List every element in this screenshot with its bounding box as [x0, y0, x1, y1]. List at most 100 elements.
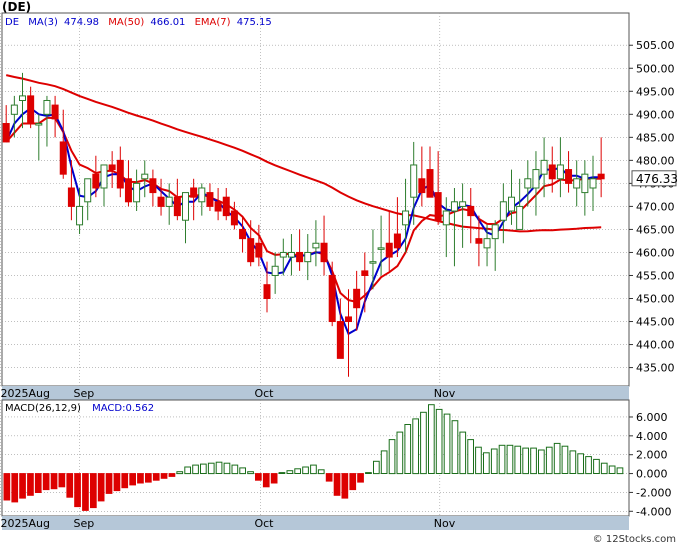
candle-body: [67, 187, 75, 207]
candle-body: [540, 159, 548, 175]
candle-body: [279, 251, 287, 258]
legend-ma3-value: 474.98: [64, 17, 99, 28]
macd-bar-positive: [239, 467, 247, 475]
macd-bar-positive: [286, 470, 294, 475]
price-tick-label: 480.00: [636, 154, 675, 167]
macd-bar-negative: [3, 473, 11, 501]
macd-bar-positive: [278, 472, 286, 475]
candle-body: [499, 201, 507, 221]
price-x-axis-band: [2, 386, 629, 400]
macd-bar-positive: [223, 462, 231, 475]
macd-bar-negative: [74, 473, 81, 508]
macd-tick-label: 4.000: [636, 430, 668, 443]
macd-tick-label: -2.000: [636, 486, 671, 499]
candle-body: [76, 205, 84, 226]
candle-body: [92, 173, 100, 189]
legend-ema7-value: 475.15: [237, 17, 272, 28]
macd-tick-label: -4.000: [636, 505, 671, 518]
candle-body: [418, 178, 426, 194]
candle-body: [410, 164, 418, 198]
macd-bar-negative: [97, 473, 105, 502]
candle-body: [377, 247, 385, 250]
macd-bar-negative: [145, 473, 152, 483]
macd-bar-negative: [160, 473, 168, 479]
candle-body: [84, 178, 92, 203]
candle-body: [173, 196, 181, 217]
macd-bar-negative: [137, 473, 144, 484]
macd-bar-positive: [522, 447, 529, 475]
price-panel: [1, 12, 630, 387]
macd-bar-negative: [90, 473, 97, 509]
candle-body: [51, 104, 59, 120]
candle-body: [133, 182, 141, 203]
candle-body: [524, 178, 532, 189]
macd-bar-positive: [373, 460, 380, 475]
price-x-label: Sep: [74, 387, 95, 400]
price-x-label: 2025Aug: [0, 387, 49, 400]
macd-bar-negative: [58, 473, 66, 488]
macd-bar-positive: [545, 446, 553, 475]
candle-body: [516, 205, 524, 230]
macd-bar-negative: [121, 473, 129, 489]
macd-bar-positive: [475, 446, 482, 475]
macd-x-label: 2025Aug: [0, 517, 49, 530]
macd-bar-positive: [498, 444, 506, 475]
candle-body: [320, 242, 328, 263]
macd-bar-positive: [380, 450, 388, 474]
legend-ma3: MA(3): [28, 17, 58, 28]
candle-body: [19, 95, 26, 101]
macd-bar-positive: [577, 453, 584, 475]
macd-bar-positive: [420, 411, 427, 475]
macd-x-axis-band: [2, 516, 629, 530]
legend-ma50: MA(50): [108, 17, 144, 28]
macd-bar-negative: [11, 473, 19, 503]
macd-bar-positive: [506, 444, 514, 475]
macd-bar-positive: [428, 404, 435, 475]
stock-chart: 435.00 440.00 445.00 450.00 455.00 460.00 465.…: [0, 0, 680, 546]
macd-bar-negative: [270, 473, 278, 484]
price-tick-label: 490.00: [636, 108, 675, 121]
macd-bar-positive: [200, 463, 207, 475]
macd-bar-positive: [616, 467, 624, 475]
macd-bar-positive: [192, 464, 199, 475]
candle-body: [304, 251, 312, 263]
candle-body: [491, 224, 499, 240]
candle-body: [230, 210, 238, 226]
candle-body: [27, 95, 35, 125]
macd-bar-positive: [585, 456, 592, 475]
macd-bar-positive: [404, 424, 412, 474]
candle-body: [271, 265, 279, 276]
macd-bar-negative: [105, 473, 113, 494]
price-tick-label: 505.00: [636, 39, 675, 52]
macd-bar-positive: [294, 468, 301, 474]
macd-bar-positive: [538, 449, 545, 475]
candle-body: [393, 233, 401, 249]
candle-body: [255, 242, 263, 258]
last-price-tag: 476.33: [631, 170, 678, 187]
candle-body: [124, 178, 132, 203]
macd-bar-positive: [396, 431, 404, 475]
macd-bar-positive: [412, 418, 419, 475]
macd-bar-positive: [435, 408, 443, 474]
candle-body: [548, 164, 556, 180]
macd-bar-positive: [365, 472, 372, 475]
macd-bar-positive: [593, 458, 600, 474]
macd-bar-positive: [459, 431, 467, 475]
candle-body: [59, 141, 67, 175]
legend-ema7: EMA(7): [195, 17, 231, 28]
candle-body: [508, 196, 515, 212]
candle-body: [459, 201, 467, 207]
candle-body: [296, 251, 304, 263]
candle-body: [263, 284, 271, 300]
price-tick-label: 500.00: [636, 62, 675, 75]
price-tick-label: 495.00: [636, 85, 675, 98]
macd-bar-negative: [262, 473, 270, 488]
candle-body: [239, 228, 247, 240]
macd-bar-positive: [569, 450, 577, 474]
price-tick-label: 455.00: [636, 269, 675, 282]
macd-bar-positive: [490, 448, 498, 474]
candle-body: [556, 164, 564, 180]
candle-body: [345, 316, 352, 323]
macd-bar-positive: [451, 420, 459, 475]
macd-bar-negative: [168, 473, 176, 477]
